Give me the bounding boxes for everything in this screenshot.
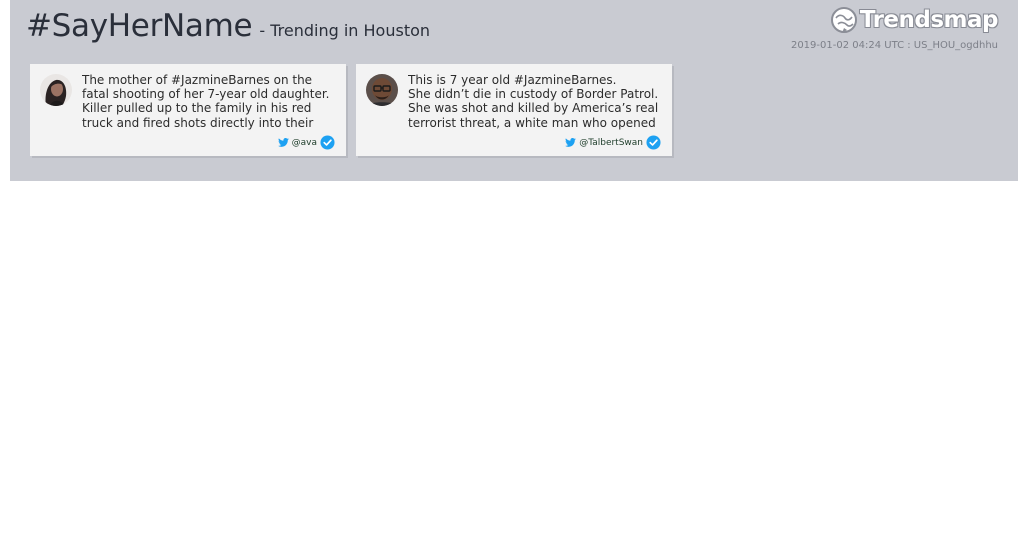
tweet-card[interactable]: This is 7 year old #JazmineBarnes. She d… (356, 64, 672, 156)
headline: #SayHerName - Trending in Houston (26, 8, 430, 44)
twitter-handle[interactable]: @ava (292, 138, 317, 148)
twitter-bird-icon (277, 138, 289, 147)
verified-badge-icon (646, 135, 661, 150)
tweet-card[interactable]: The mother of #JazmineBarnes on the fata… (30, 64, 346, 156)
tweet-line: She was shot and killed by America’s rea… (408, 101, 659, 116)
timestamp-location-code: 2019-01-02 04:24 UTC : US_HOU_ogdhhu (790, 40, 998, 51)
twitter-handle[interactable]: @TalbertSwan (579, 138, 643, 148)
avatar[interactable] (366, 74, 398, 106)
twitter-bird-icon (565, 138, 577, 147)
tweet-line: The mother of #JazmineBarnes on the (82, 73, 313, 87)
avatar-image (40, 74, 72, 106)
verified-badge-icon (320, 135, 335, 150)
brand-name: Trendsmap (859, 7, 999, 33)
trendsmap-globe-icon (830, 7, 857, 33)
avatar[interactable] (40, 74, 72, 106)
tweet-line: She didn’t die in custody of Border Patr… (408, 87, 659, 102)
tweet-author[interactable]: @TalbertSwan (565, 135, 661, 150)
trend-hashtag[interactable]: #SayHerName (26, 8, 253, 44)
trendsmap-logo[interactable]: Trendsmap (830, 6, 999, 34)
tweet-text: This is 7 year old #JazmineBarnes. She d… (408, 73, 664, 130)
trend-location: - Trending in Houston (259, 21, 431, 40)
avatar-image (366, 74, 398, 106)
tweet-line: Killer pulled up to the family in his re… (82, 101, 312, 116)
tweet-line: This is 7 year old #JazmineBarnes. (408, 73, 617, 87)
tweet-line: truck and fired shots directly into thei… (82, 115, 314, 130)
tweet-author[interactable]: @ava (277, 135, 335, 150)
tweet-line: fatal shooting of her 7-year old daughte… (82, 87, 330, 102)
tweet-text: The mother of #JazmineBarnes on the fata… (82, 73, 338, 130)
tweet-line: terrorist threat, a white man who opened (408, 115, 656, 130)
trend-panel: #SayHerName - Trending in Houston Trends… (10, 0, 1018, 181)
